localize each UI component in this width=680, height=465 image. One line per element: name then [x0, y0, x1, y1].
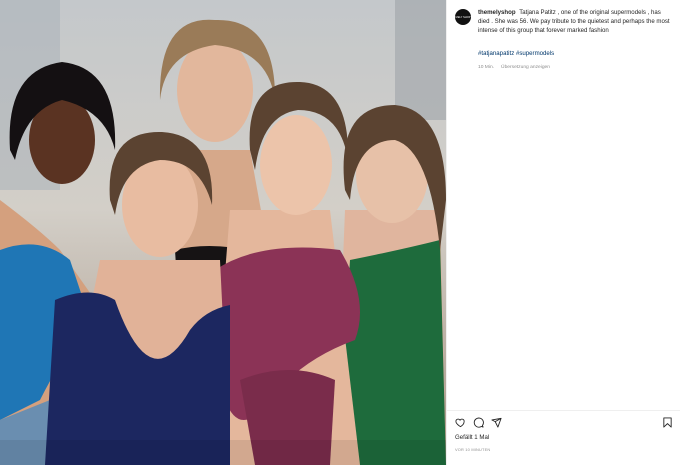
comment-icon[interactable]: [473, 417, 484, 428]
caption-block: themelyshop Tatjana Patitz , one of the …: [478, 8, 670, 70]
translate-link[interactable]: Übersetzung anzeigen: [501, 65, 550, 70]
bookmark-icon[interactable]: [662, 417, 673, 428]
likes-count[interactable]: Gefällt 1 Mal: [447, 428, 680, 441]
caption: themelyshop Tatjana Patitz , one of the …: [478, 8, 670, 36]
caption-row: MELY SHOP themelyshop Tatjana Patitz , o…: [447, 0, 680, 70]
heart-icon[interactable]: [455, 417, 466, 428]
avatar[interactable]: MELY SHOP: [455, 9, 471, 25]
hashtags: #tatjanapatitz #supermodels: [478, 42, 670, 60]
post-age: 10 Min.: [478, 64, 495, 70]
model-center-face: [260, 115, 332, 215]
caption-meta: 10 Min. Übersetzung anzeigen: [478, 65, 670, 70]
post-side-panel: MELY SHOP themelyshop Tatjana Patitz , o…: [446, 0, 680, 465]
instagram-post: MELY SHOP themelyshop Tatjana Patitz , o…: [0, 0, 680, 465]
post-image: [0, 0, 446, 465]
action-bar: [447, 411, 680, 428]
post-photo[interactable]: [0, 0, 446, 465]
share-icon[interactable]: [491, 417, 502, 428]
actions-section: Gefällt 1 Mal VOR 10 MINUTEN: [447, 410, 680, 465]
post-timestamp: VOR 10 MINUTEN: [455, 447, 491, 452]
account-name[interactable]: themelyshop: [478, 9, 516, 16]
hashtag-links[interactable]: #tatjanapatitz #supermodels: [478, 50, 554, 57]
avatar-text: MELY SHOP: [455, 15, 471, 19]
model-center-back-face: [177, 38, 253, 142]
